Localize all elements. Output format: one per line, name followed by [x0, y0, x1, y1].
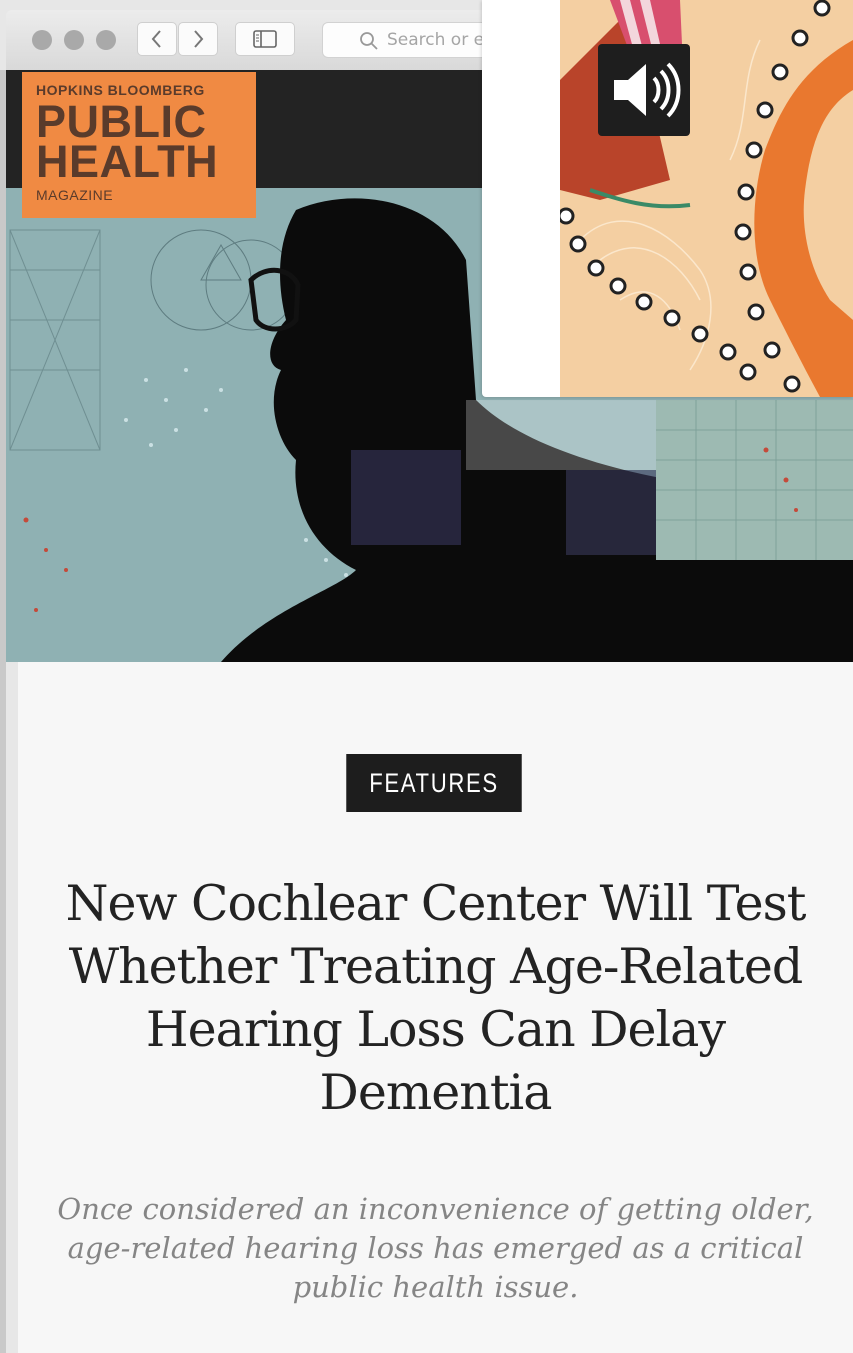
article-subtitle: Once considered an inconvenience of gett… — [57, 1192, 814, 1304]
logo-line-3: HEALTH — [36, 136, 219, 187]
search-icon — [360, 32, 378, 50]
back-button[interactable] — [137, 22, 177, 56]
article-header: FEATURES New Cochlear Center Will Test W… — [18, 662, 853, 1353]
category-badge[interactable]: FEATURES — [346, 754, 522, 812]
article-title: New Cochlear Center Will Test Whether Tr… — [65, 875, 807, 1121]
sidebar-toggle-button[interactable] — [235, 22, 295, 56]
logo-line-4: MAGAZINE — [36, 187, 114, 203]
forward-button[interactable] — [178, 22, 218, 56]
minimize-window-button[interactable] — [64, 30, 84, 50]
zoom-window-button[interactable] — [96, 30, 116, 50]
audio-popup[interactable] — [482, 0, 853, 397]
site-logo[interactable]: HOPKINS BLOOMBERG PUBLIC HEALTH MAGAZINE — [22, 72, 256, 218]
chevron-right-icon — [194, 30, 204, 48]
sidebar-icon — [253, 30, 277, 48]
chevron-left-icon — [151, 30, 161, 48]
close-window-button[interactable] — [32, 30, 52, 50]
speaker-icon[interactable] — [598, 44, 690, 136]
search-placeholder: Search or e — [387, 30, 485, 50]
